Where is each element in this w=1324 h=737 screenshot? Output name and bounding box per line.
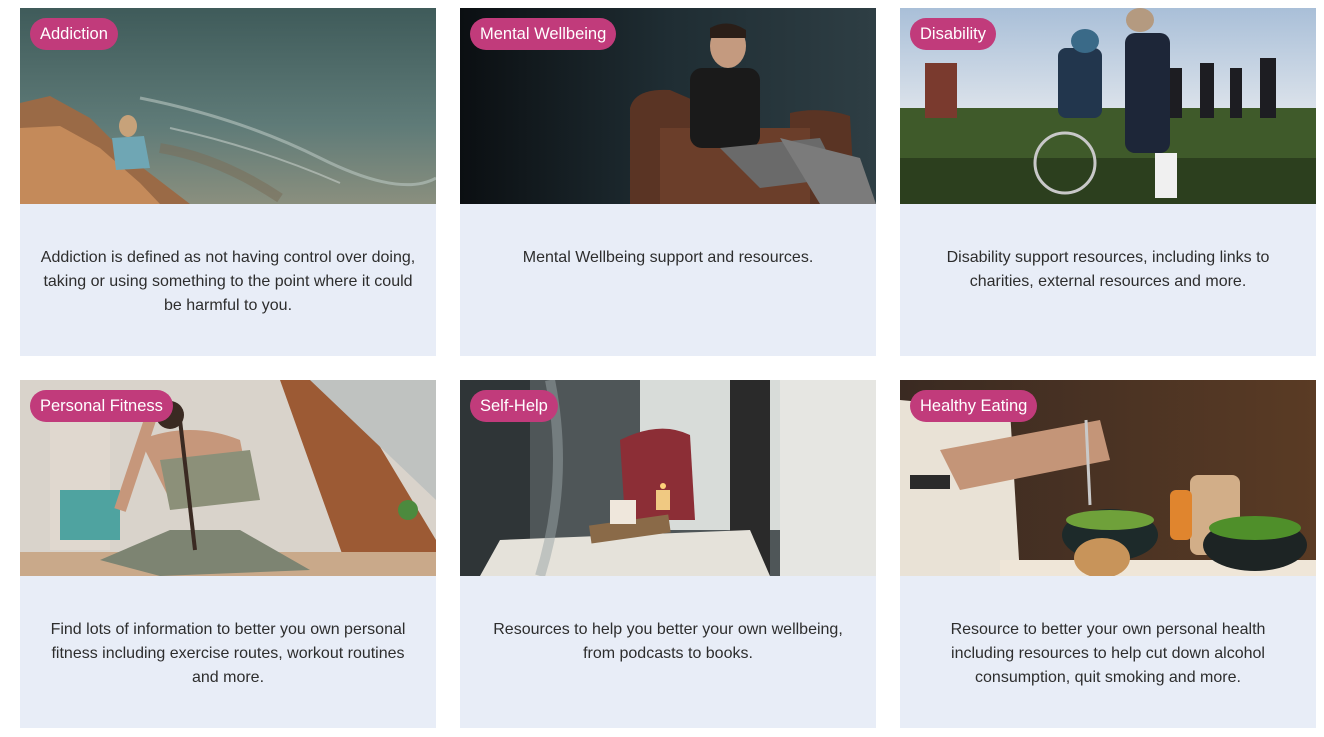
category-tag[interactable]: Self-Help	[470, 390, 558, 422]
card-addiction[interactable]: Addiction Addiction is defined as not ha…	[20, 8, 436, 356]
card-description: Resource to better your own personal hea…	[950, 621, 1266, 686]
card-description: Addiction is defined as not having contr…	[40, 249, 416, 314]
card-image[interactable]: Mental Wellbeing	[460, 8, 876, 204]
category-card-grid: Addiction Addiction is defined as not ha…	[20, 8, 1316, 728]
card-healthy-eating[interactable]: Healthy Eating Resource to better your o…	[900, 380, 1316, 728]
card-description: Mental Wellbeing support and resources.	[522, 249, 814, 266]
card-description: Resources to help you better your own we…	[493, 621, 843, 662]
card-image[interactable]: Personal Fitness	[20, 380, 436, 576]
card-personal-fitness[interactable]: Personal Fitness Find lots of informatio…	[20, 380, 436, 728]
card-image[interactable]: Disability	[900, 8, 1316, 204]
card-image[interactable]: Self-Help	[460, 380, 876, 576]
card-description: Find lots of information to better you o…	[50, 621, 406, 686]
category-tag[interactable]: Disability	[910, 18, 997, 50]
category-tag[interactable]: Personal Fitness	[30, 390, 173, 422]
card-self-help[interactable]: Self-Help Resources to help you better y…	[460, 380, 876, 728]
card-mental-wellbeing[interactable]: Mental Wellbeing Mental Wellbeing suppor…	[460, 8, 876, 356]
category-tag[interactable]: Addiction	[30, 18, 118, 50]
card-image[interactable]: Addiction	[20, 8, 436, 204]
category-tag[interactable]: Healthy Eating	[910, 390, 1038, 422]
category-tag[interactable]: Mental Wellbeing	[470, 18, 617, 50]
card-description: Disability support resources, including …	[946, 249, 1270, 290]
card-image[interactable]: Healthy Eating	[900, 380, 1316, 576]
card-disability[interactable]: Disability Disability support resources,…	[900, 8, 1316, 356]
